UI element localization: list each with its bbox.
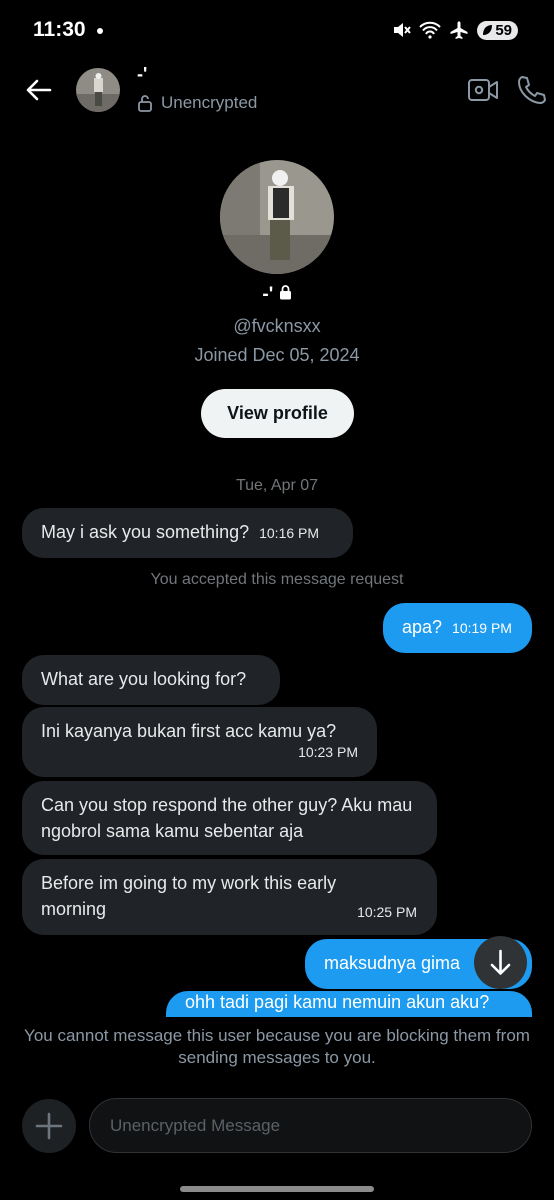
message-time: 10:23 PM	[298, 744, 358, 760]
message-input[interactable]: Unencrypted Message	[89, 1098, 532, 1153]
message-text: maksudnya gima	[324, 953, 461, 973]
video-call-icon[interactable]	[467, 75, 499, 105]
profile-photo	[220, 160, 334, 274]
profile-name-row: -'	[0, 284, 554, 306]
profile-handle: @fvcknsxx	[233, 316, 321, 336]
message-bubble-incoming[interactable]: Ini kayanya bukan first acc kamu ya? 10:…	[22, 707, 377, 777]
arrow-down-icon	[490, 949, 511, 975]
message-time: 10:16 PM	[259, 525, 320, 541]
header-encryption-status: Unencrypted	[137, 93, 257, 113]
message-text: Ini kayanya bukan first acc kamu ya?	[41, 721, 337, 741]
date-separator: Tue, Apr 07	[235, 477, 319, 494]
unlock-icon	[138, 95, 152, 112]
notification-dot	[97, 28, 103, 34]
message-bubble-outgoing[interactable]: apa? 10:19 PM	[383, 603, 532, 653]
scroll-to-bottom-button[interactable]	[474, 936, 527, 989]
home-indicator[interactable]	[180, 1186, 374, 1192]
view-profile-button[interactable]: View profile	[201, 389, 354, 438]
message-input-placeholder: Unencrypted Message	[110, 1115, 281, 1135]
blocked-notice: You cannot message this user because you…	[24, 1026, 530, 1067]
header-avatar[interactable]	[76, 68, 120, 112]
message-text: Can you stop respond the other guy? Aku …	[41, 795, 413, 841]
header-subtitle: Unencrypted	[161, 93, 258, 112]
message-text: May i ask you something?	[41, 522, 250, 542]
phone-icon[interactable]	[515, 74, 547, 106]
airplane-icon	[450, 21, 468, 39]
message-text: apa?	[402, 617, 443, 637]
message-bubble-incoming[interactable]: May i ask you something? 10:16 PM	[22, 508, 353, 558]
message-bubble-incoming[interactable]: Can you stop respond the other guy? Aku …	[22, 781, 437, 855]
message-bubble-incoming[interactable]: What are you looking for?	[22, 655, 280, 705]
mute-icon	[394, 23, 412, 37]
message-time: 10:19 PM	[452, 620, 512, 636]
status-icons: 59	[391, 20, 518, 40]
message-bubble-incoming[interactable]: Before im going to my work this early mo…	[22, 859, 437, 935]
system-note: You accepted this message request	[150, 571, 404, 588]
battery-indicator: 59	[477, 20, 518, 40]
message-text: What are you looking for?	[41, 669, 247, 689]
wifi-icon	[419, 21, 442, 39]
message-bubble-outgoing-partial[interactable]: ohh tadi pagi kamu nemuin akun aku?	[166, 991, 532, 1017]
back-arrow-icon[interactable]	[24, 75, 54, 105]
add-attachment-button[interactable]	[22, 1099, 76, 1153]
status-time: 11:30	[33, 18, 86, 41]
lock-icon	[279, 285, 291, 300]
header-name: -'	[137, 64, 148, 84]
battery-saver-icon	[483, 25, 493, 35]
message-text: ohh tadi pagi kamu nemuin akun aku?	[185, 992, 490, 1012]
battery-level: 59	[495, 21, 512, 39]
profile-joined-date: Joined Dec 05, 2024	[194, 345, 360, 365]
avatar-photo	[76, 68, 120, 112]
profile-name: -'	[262, 284, 274, 305]
plus-icon	[35, 1112, 63, 1140]
profile-avatar[interactable]	[220, 160, 334, 274]
